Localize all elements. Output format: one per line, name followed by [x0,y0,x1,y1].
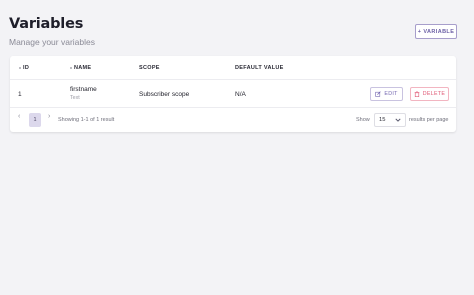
cell-name: firstname Text [70,86,97,101]
sort-icon [70,66,72,70]
table-header: ID NAME SCOPE DEFAULT VALUE [10,56,456,80]
prev-page-icon[interactable]: ‹ [18,113,20,120]
trash-icon [414,91,420,97]
column-header-scope: SCOPE [139,65,160,71]
chevron-down-icon [395,118,401,122]
variables-table-card: ID NAME SCOPE DEFAULT VALUE 1 firstname … [10,56,456,132]
column-header-default-value: DEFAULT VALUE [235,65,284,71]
next-page-icon[interactable]: › [48,113,50,120]
page-1-button[interactable]: 1 [29,113,41,127]
cell-default-value: N/A [235,91,246,98]
pagination-bar: ‹ 1 › Showing 1-1 of 1 result Show 15 re… [10,108,456,132]
delete-button[interactable]: DELETE [410,87,449,101]
edit-icon [375,91,382,97]
results-per-page-label: results per page [409,117,449,123]
cell-id: 1 [18,91,22,98]
show-label: Show [356,117,370,123]
per-page-select[interactable]: 15 [374,113,406,127]
page-title: Variables [9,16,84,32]
variable-name: firstname [70,86,97,93]
plus-icon: + [417,28,422,35]
sort-icon [19,66,21,70]
add-variable-label: VARIABLE [423,28,455,35]
column-header-id[interactable]: ID [19,65,29,71]
edit-button[interactable]: EDIT [370,87,403,101]
column-header-name[interactable]: NAME [70,65,91,71]
cell-scope: Subscriber scope [139,91,190,98]
add-variable-button[interactable]: + VARIABLE [415,24,457,39]
pagination-summary: Showing 1-1 of 1 result [58,117,115,123]
page-subtitle: Manage your variables [9,37,95,47]
variable-type: Text [70,95,80,101]
per-page-value: 15 [379,117,386,123]
page-header: Variables Manage your variables [9,16,95,47]
table-row: 1 firstname Text Subscriber scope N/A ED… [10,80,456,108]
